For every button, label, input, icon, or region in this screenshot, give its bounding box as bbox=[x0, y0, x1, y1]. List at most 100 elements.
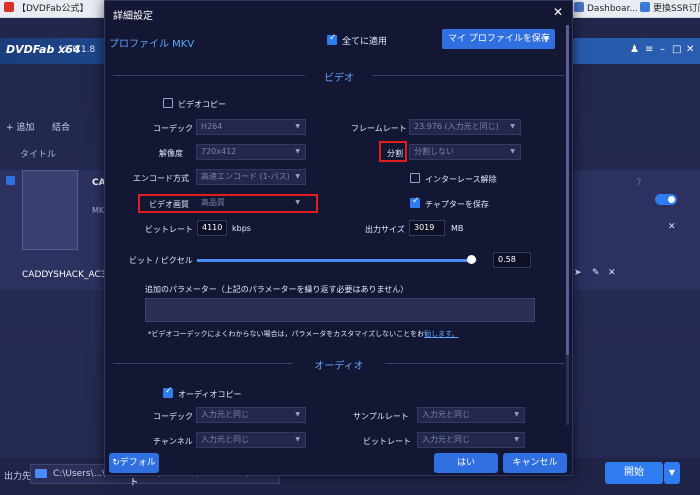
minimize-icon[interactable]: – bbox=[660, 44, 665, 55]
job-format: MK bbox=[92, 206, 105, 215]
encode-method-select[interactable]: 高速エンコード (1-パス) ▼ bbox=[196, 169, 306, 185]
close-icon[interactable]: ✕ bbox=[668, 222, 676, 232]
cancel-button[interactable]: キャンセル bbox=[503, 453, 567, 473]
chevron-down-icon: ▼ bbox=[510, 123, 515, 130]
advanced-settings-dialog: 詳細設定 ✕ プロファイル MKV 全てに適用 マイ プロファイルを保存▼ ビデ… bbox=[104, 0, 573, 488]
sample-rate-label: サンプルレート bbox=[353, 412, 409, 421]
checkbox-icon bbox=[327, 33, 337, 45]
checkbox-icon bbox=[163, 98, 173, 108]
frame-rate-value: 23.976 (入力元と同じ) bbox=[414, 122, 499, 131]
bits-per-pixel-label: ビット / ピクセル bbox=[129, 256, 193, 265]
codec-select[interactable]: H264 ▼ bbox=[196, 119, 306, 135]
ok-button[interactable]: はい bbox=[434, 453, 498, 473]
site-favicon-icon bbox=[4, 2, 14, 12]
note-link[interactable]: 勧します。 bbox=[424, 330, 458, 338]
slider-handle[interactable] bbox=[467, 255, 477, 264]
resolution-value: 720x412 bbox=[201, 147, 237, 156]
dialog-title: 詳細設定 bbox=[113, 11, 153, 22]
slider-fill bbox=[197, 259, 472, 262]
menu-icon[interactable]: ≡ bbox=[645, 44, 653, 55]
maximize-icon[interactable]: □ bbox=[672, 44, 681, 55]
audio-codec-value: 入力元と同じ bbox=[201, 410, 249, 419]
apply-all-label: 全てに適用 bbox=[342, 37, 388, 47]
video-copy-checkbox[interactable]: ビデオコピー bbox=[163, 98, 226, 110]
save-profile-button[interactable]: マイ プロファイルを保存 ▼ bbox=[442, 29, 555, 49]
remove-icon[interactable]: ✕ bbox=[608, 268, 616, 278]
default-button[interactable]: ↻デフォルト bbox=[109, 453, 159, 488]
add-button[interactable]: + 追加 bbox=[6, 120, 34, 133]
merge-button[interactable]: 結合 bbox=[52, 120, 70, 133]
audio-section-title: オーディオ bbox=[314, 361, 364, 372]
close-icon[interactable]: ✕ bbox=[553, 5, 563, 19]
quality-select[interactable]: 高品質 ▼ bbox=[196, 195, 306, 211]
codec-label: コーデック bbox=[153, 124, 193, 133]
title-column-header: タイトル bbox=[20, 150, 57, 160]
codec-note: *ビデオコーデックによくわからない場合は，パラメータをカスタマイズしないことをお… bbox=[148, 329, 458, 339]
scrollbar-thumb[interactable] bbox=[566, 25, 569, 355]
dialog-scrollbar[interactable] bbox=[566, 25, 569, 425]
audio-copy-checkbox[interactable]: オーディオコピー bbox=[163, 386, 242, 400]
extra-params-label: 追加のパラメーター（上記のパラメーターを繰り返す必要はありません） bbox=[145, 285, 409, 294]
bitrate-input[interactable]: 4110 bbox=[197, 220, 227, 236]
chevron-down-icon: ▼ bbox=[295, 436, 300, 443]
profile-label: プロファイル MKV bbox=[109, 39, 195, 50]
chevron-down-icon: ▼ bbox=[514, 411, 519, 418]
apply-all-checkbox[interactable]: 全てに適用 bbox=[327, 33, 388, 47]
chapter-checkbox[interactable]: チャプターを保存 bbox=[410, 196, 489, 210]
chevron-down-icon[interactable]: ▼ bbox=[664, 462, 680, 484]
site-favicon-icon bbox=[640, 2, 650, 12]
bits-per-pixel-input[interactable]: 0.58 bbox=[493, 252, 531, 268]
audio-copy-label: オーディオコピー bbox=[178, 390, 242, 399]
sample-rate-value: 入力元と同じ bbox=[422, 410, 470, 419]
tray-icon[interactable]: ♟ bbox=[630, 44, 639, 55]
close-icon[interactable]: ✕ bbox=[686, 44, 694, 55]
output-size-unit: MB bbox=[451, 224, 464, 233]
job-toggle[interactable] bbox=[655, 194, 677, 205]
job-thumbnail bbox=[22, 170, 78, 250]
chevron-down-icon: ▼ bbox=[295, 148, 300, 155]
site-favicon-icon bbox=[574, 2, 584, 12]
split-select[interactable]: 分割しない ▼ bbox=[409, 144, 521, 160]
checkbox-icon bbox=[410, 173, 420, 183]
checkbox-icon bbox=[163, 386, 173, 398]
chevron-down-icon: ▼ bbox=[295, 411, 300, 418]
quality-label: ビデオ画質 bbox=[149, 200, 189, 209]
chevron-down-icon: ▼ bbox=[295, 199, 300, 206]
output-size-label: 出力サイズ bbox=[365, 225, 405, 234]
resolution-label: 解像度 bbox=[159, 149, 183, 158]
audio-codec-label: コーデック bbox=[153, 412, 193, 421]
start-button[interactable]: 開始 bbox=[605, 462, 663, 484]
subtitle-icon[interactable]: ➤ bbox=[574, 268, 582, 278]
audio-bitrate-label: ビットレート bbox=[363, 437, 411, 446]
audio-codec-select[interactable]: 入力元と同じ ▼ bbox=[196, 407, 306, 423]
channel-select[interactable]: 入力元と同じ ▼ bbox=[196, 432, 306, 448]
audio-bitrate-value: 入力元と同じ bbox=[422, 435, 470, 444]
browser-tab[interactable]: 【DVDFab公式】 bbox=[4, 2, 88, 16]
audio-bitrate-select[interactable]: 入力元と同じ ▼ bbox=[417, 432, 525, 448]
chevron-down-icon: ▼ bbox=[295, 123, 300, 130]
tab-label: 更換SSR订阅地 bbox=[653, 4, 700, 14]
encode-method-label: エンコード方式 bbox=[133, 174, 189, 183]
chevron-down-icon: ▼ bbox=[514, 436, 519, 443]
audio-section-header: オーディオ bbox=[113, 357, 565, 372]
reset-icon: ↻ bbox=[112, 458, 120, 468]
video-copy-label: ビデオコピー bbox=[178, 100, 226, 109]
output-size-input[interactable]: 3019 bbox=[409, 220, 445, 236]
job-filename: CADDYSHACK_AC3_1 bbox=[22, 270, 117, 280]
frame-rate-select[interactable]: 23.976 (入力元と同じ) ▼ bbox=[409, 119, 521, 135]
edit-icon[interactable]: ✎ bbox=[592, 268, 600, 278]
browser-tab[interactable]: 更換SSR订阅地 bbox=[640, 2, 700, 16]
split-label: 分割 bbox=[387, 149, 403, 158]
channel-label: チャンネル bbox=[153, 437, 193, 446]
codec-value: H264 bbox=[201, 122, 223, 131]
app-version: 12.0.1.8 bbox=[58, 45, 96, 55]
browser-tab[interactable]: Dashboar...✕ bbox=[574, 2, 650, 16]
deinterlace-checkbox[interactable]: インターレース解除 bbox=[410, 173, 497, 185]
split-value: 分割しない bbox=[414, 147, 454, 156]
sample-rate-select[interactable]: 入力元と同じ ▼ bbox=[417, 407, 525, 423]
bits-per-pixel-slider[interactable] bbox=[197, 255, 477, 264]
deinterlace-label: インターレース解除 bbox=[425, 175, 497, 184]
resolution-select[interactable]: 720x412 ▼ bbox=[196, 144, 306, 160]
extra-params-input[interactable] bbox=[145, 298, 535, 322]
job-checkbox[interactable] bbox=[6, 176, 15, 185]
